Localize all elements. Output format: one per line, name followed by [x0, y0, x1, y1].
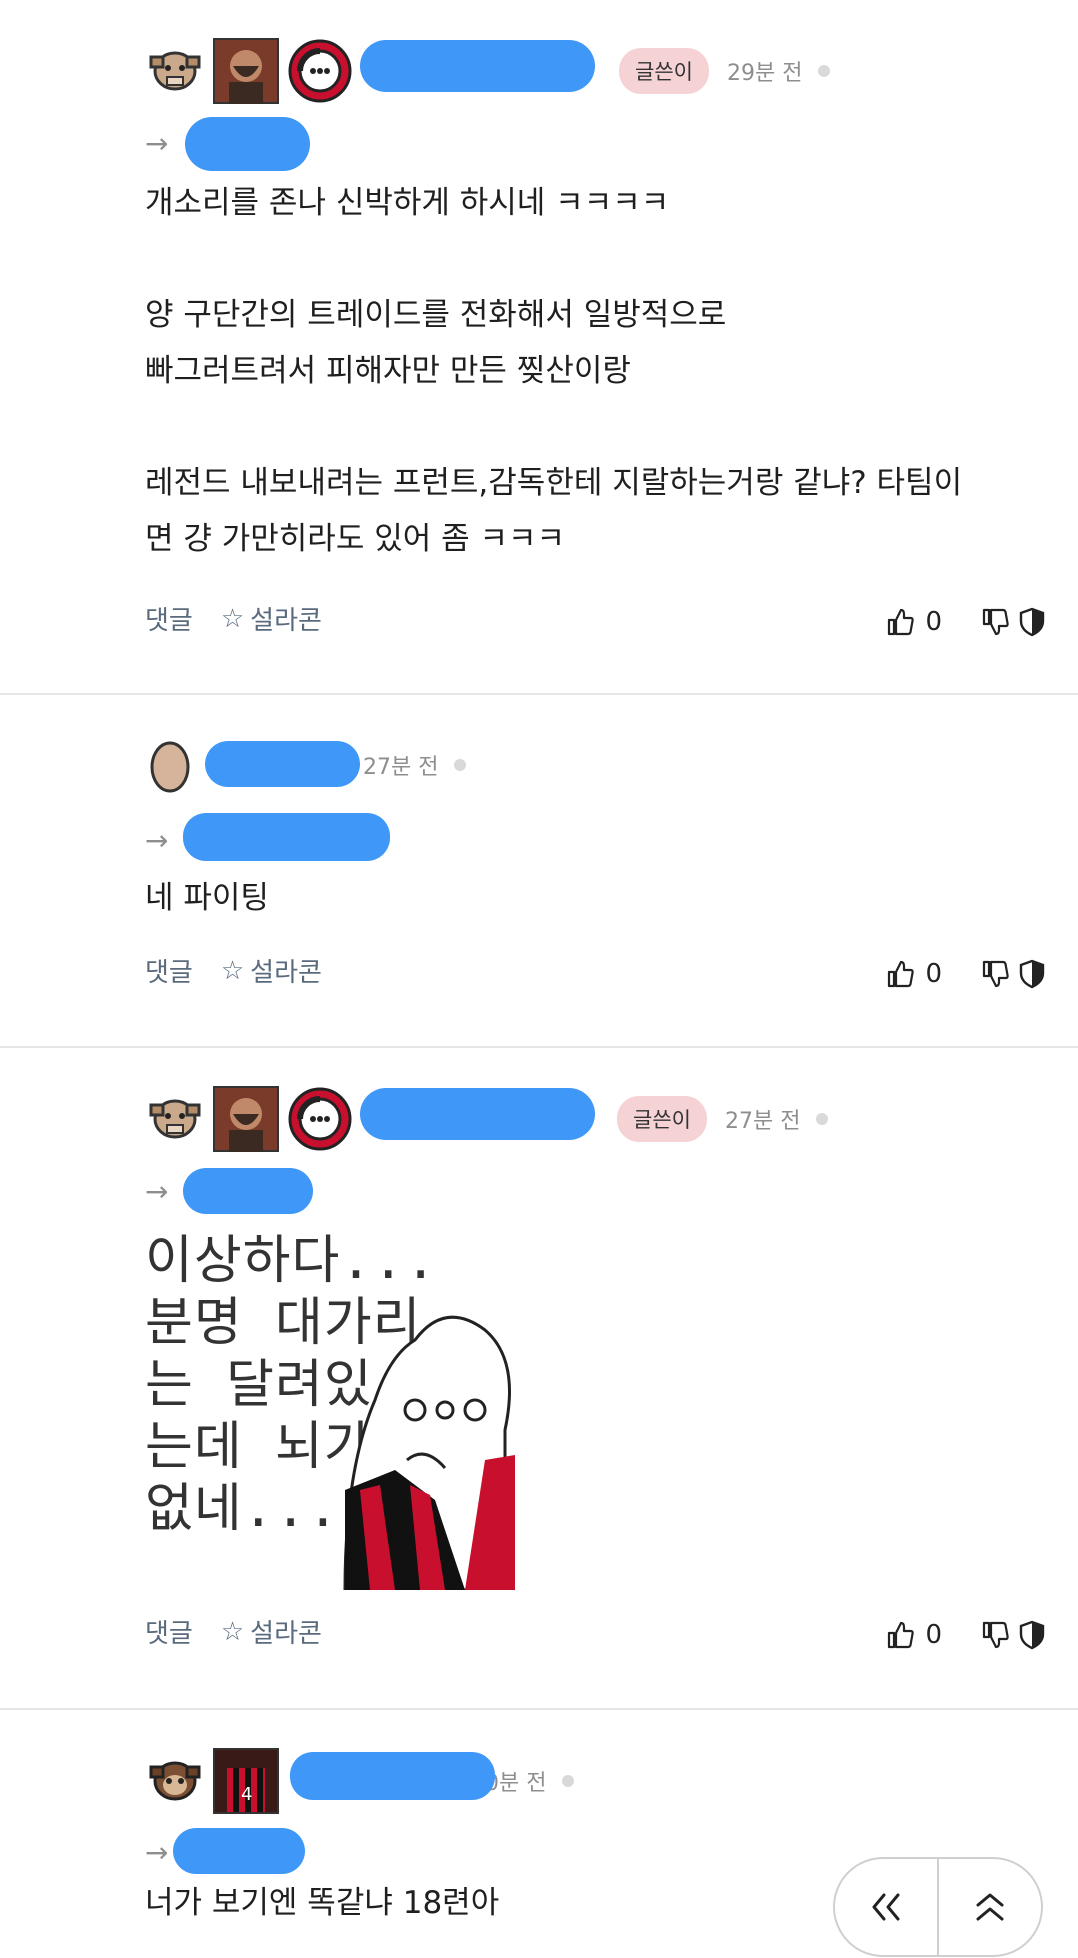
status-dot: [562, 1775, 575, 1787]
club-emblem-icon: [287, 38, 353, 104]
meme-character-drawing: [343, 1315, 515, 1590]
dislike-button[interactable]: [980, 1619, 1048, 1651]
star-icon: ☆: [220, 1616, 245, 1647]
shield-icon: [1019, 959, 1045, 989]
monkey-level-icon: [145, 1089, 205, 1149]
monkey-level-icon: [145, 1751, 205, 1811]
sulla-button[interactable]: ☆ 설라콘: [221, 952, 322, 989]
player-jersey-icon: 4: [213, 1748, 279, 1814]
reply-target-redacted: [183, 1168, 313, 1214]
reply-button[interactable]: 댓글: [145, 952, 193, 989]
reply-target: →: [145, 1827, 168, 1877]
reply-button[interactable]: 댓글: [145, 600, 193, 637]
comment-actions: 댓글 ☆ 설라콘: [145, 600, 350, 637]
arrow-right-icon: →: [145, 1174, 169, 1208]
shield-icon: [1019, 607, 1045, 637]
author-badge: 글쓴이: [617, 1096, 707, 1142]
vote-controls: 0: [847, 606, 1048, 638]
double-chevron-up-icon: [976, 1893, 1004, 1921]
reply-target: →: [145, 815, 168, 865]
reply-target: →: [145, 118, 168, 168]
sulla-button[interactable]: ☆ 설라콘: [221, 600, 322, 637]
egg-level-icon: [145, 735, 195, 795]
vote-controls: 0: [847, 1619, 1048, 1651]
sulla-label: 설라콘: [250, 958, 322, 988]
back-button[interactable]: [835, 1859, 937, 1955]
username-redacted: [205, 741, 360, 787]
thumbs-down-icon: [982, 1621, 1009, 1649]
like-count: 0: [925, 607, 942, 637]
thumbs-up-icon: [888, 960, 915, 988]
comment-actions: 댓글 ☆ 설라콘: [145, 1613, 350, 1650]
scroll-top-button[interactable]: [939, 1859, 1041, 1955]
shield-icon: [1019, 1620, 1045, 1650]
star-icon: ☆: [220, 955, 245, 986]
comment-body: 개소리를 존나 신박하게 하시네 ㅋㅋㅋㅋ 양 구단간의 트레이드를 전화해서 …: [145, 185, 963, 557]
comment-actions: 댓글 ☆ 설라콘: [145, 952, 350, 989]
status-dot: [816, 1113, 829, 1125]
comment-body: 너가 보기엔 똑같냐 18련아: [145, 1885, 500, 1921]
reply-target-redacted: [185, 117, 310, 171]
thumbs-down-icon: [982, 608, 1009, 636]
author-badge: 글쓴이: [619, 48, 709, 94]
vote-controls: 0: [847, 958, 1048, 990]
like-count: 0: [925, 959, 942, 989]
like-button[interactable]: 0: [885, 958, 942, 990]
reply-target: →: [145, 1166, 168, 1216]
comment-time: 27분 전: [724, 1109, 801, 1134]
arrow-right-icon: →: [145, 823, 169, 857]
like-count: 0: [925, 1620, 942, 1650]
player-photo-icon: [213, 38, 279, 104]
double-chevron-left-icon: [872, 1893, 900, 1921]
meme-image: 이상하다... 분명 대가리 는 달려있 는데 뇌가 없네...: [145, 1230, 515, 1590]
comment-body: 네 파이팅: [145, 880, 269, 916]
star-icon: ☆: [220, 603, 245, 634]
floating-nav: [833, 1857, 1043, 1957]
monkey-level-icon: [145, 41, 205, 101]
dislike-button[interactable]: [980, 958, 1048, 990]
sulla-button[interactable]: ☆ 설라콘: [221, 1613, 322, 1650]
arrow-right-icon: →: [145, 1835, 169, 1869]
svg-text:4: 4: [241, 1784, 252, 1805]
comment-1: 글쓴이 29분 전 → 개소리를 존나 신박하게 하시네 ㅋㅋㅋㅋ 양 구단간의…: [0, 0, 1078, 695]
username-redacted: [290, 1752, 495, 1800]
like-button[interactable]: 0: [885, 606, 942, 638]
sulla-label: 설라콘: [250, 606, 322, 636]
player-photo-icon: [213, 1086, 279, 1152]
comment-time: 29분 전: [726, 61, 803, 86]
username-redacted: [360, 40, 595, 92]
thumbs-down-icon: [982, 960, 1009, 988]
dislike-button[interactable]: [980, 606, 1048, 638]
sulla-label: 설라콘: [250, 1619, 322, 1649]
club-emblem-icon: [287, 1086, 353, 1152]
thumbs-up-icon: [888, 1621, 915, 1649]
reply-button[interactable]: 댓글: [145, 1613, 193, 1650]
reply-target-redacted: [173, 1828, 305, 1874]
reply-target-redacted: [183, 813, 390, 861]
arrow-right-icon: →: [145, 126, 169, 160]
username-redacted: [360, 1088, 595, 1140]
thumbs-up-icon: [888, 608, 915, 636]
comment-2: 27분 전 → 네 파이팅 댓글 ☆ 설라콘 0: [0, 695, 1078, 1048]
status-dot: [818, 65, 831, 77]
status-dot: [454, 759, 467, 771]
like-button[interactable]: 0: [885, 1619, 942, 1651]
comment-time: 27분 전: [363, 755, 439, 780]
